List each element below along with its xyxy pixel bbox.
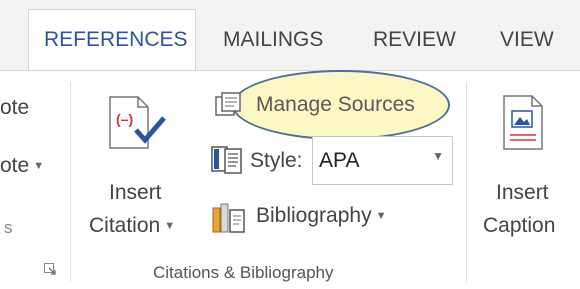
bibliography-button[interactable]: Bibliography ▼ — [256, 204, 386, 228]
footnote-fragment-2[interactable]: ote ▼ — [0, 154, 44, 178]
group-separator — [466, 82, 467, 282]
insert-citation-line1[interactable]: Insert — [109, 181, 162, 205]
chevron-down-icon: ▼ — [33, 160, 45, 172]
manage-sources-button[interactable]: Manage Sources — [256, 93, 415, 117]
svg-text:(–): (–) — [116, 111, 133, 127]
style-icon — [211, 145, 247, 175]
tab-references-label: REFERENCES — [44, 28, 188, 51]
insert-caption-line2[interactable]: Caption — [483, 214, 555, 238]
tab-mailings[interactable]: MAILINGS — [223, 28, 323, 52]
tab-view[interactable]: VIEW — [500, 28, 554, 52]
manage-sources-icon[interactable] — [214, 91, 248, 119]
group-separator — [70, 82, 71, 282]
style-label: Style: — [250, 149, 303, 172]
insert-caption-line1[interactable]: Insert — [496, 181, 549, 205]
group-label-citations-bibliography: Citations & Bibliography — [153, 263, 334, 282]
insert-citation-button[interactable]: Citation ▼ — [89, 214, 175, 238]
insert-citation-line2: Citation — [89, 214, 161, 237]
footnote-fragment-1[interactable]: ote — [0, 96, 29, 120]
tab-review[interactable]: REVIEW — [373, 28, 456, 52]
tab-references[interactable]: REFERENCES — [28, 9, 196, 71]
style-select[interactable]: APA ▼ — [312, 136, 453, 185]
left-group-fragment: s — [4, 218, 13, 237]
style-select-value: APA — [319, 149, 360, 172]
bibliography-icon[interactable] — [211, 200, 247, 236]
insert-caption-icon[interactable] — [502, 95, 546, 151]
chevron-down-icon: ▼ — [164, 220, 176, 232]
ribbon-tab-bar: REFERENCES MAILINGS REVIEW VIEW — [0, 0, 580, 71]
dialog-launcher-icon[interactable] — [44, 262, 56, 275]
bibliography-label: Bibliography — [256, 204, 372, 227]
insert-citation-icon[interactable]: (–) — [108, 96, 168, 152]
chevron-down-icon[interactable]: ▼ — [432, 149, 444, 163]
footnote-fragment-2-label: ote — [0, 154, 30, 177]
chevron-down-icon: ▼ — [375, 210, 387, 222]
